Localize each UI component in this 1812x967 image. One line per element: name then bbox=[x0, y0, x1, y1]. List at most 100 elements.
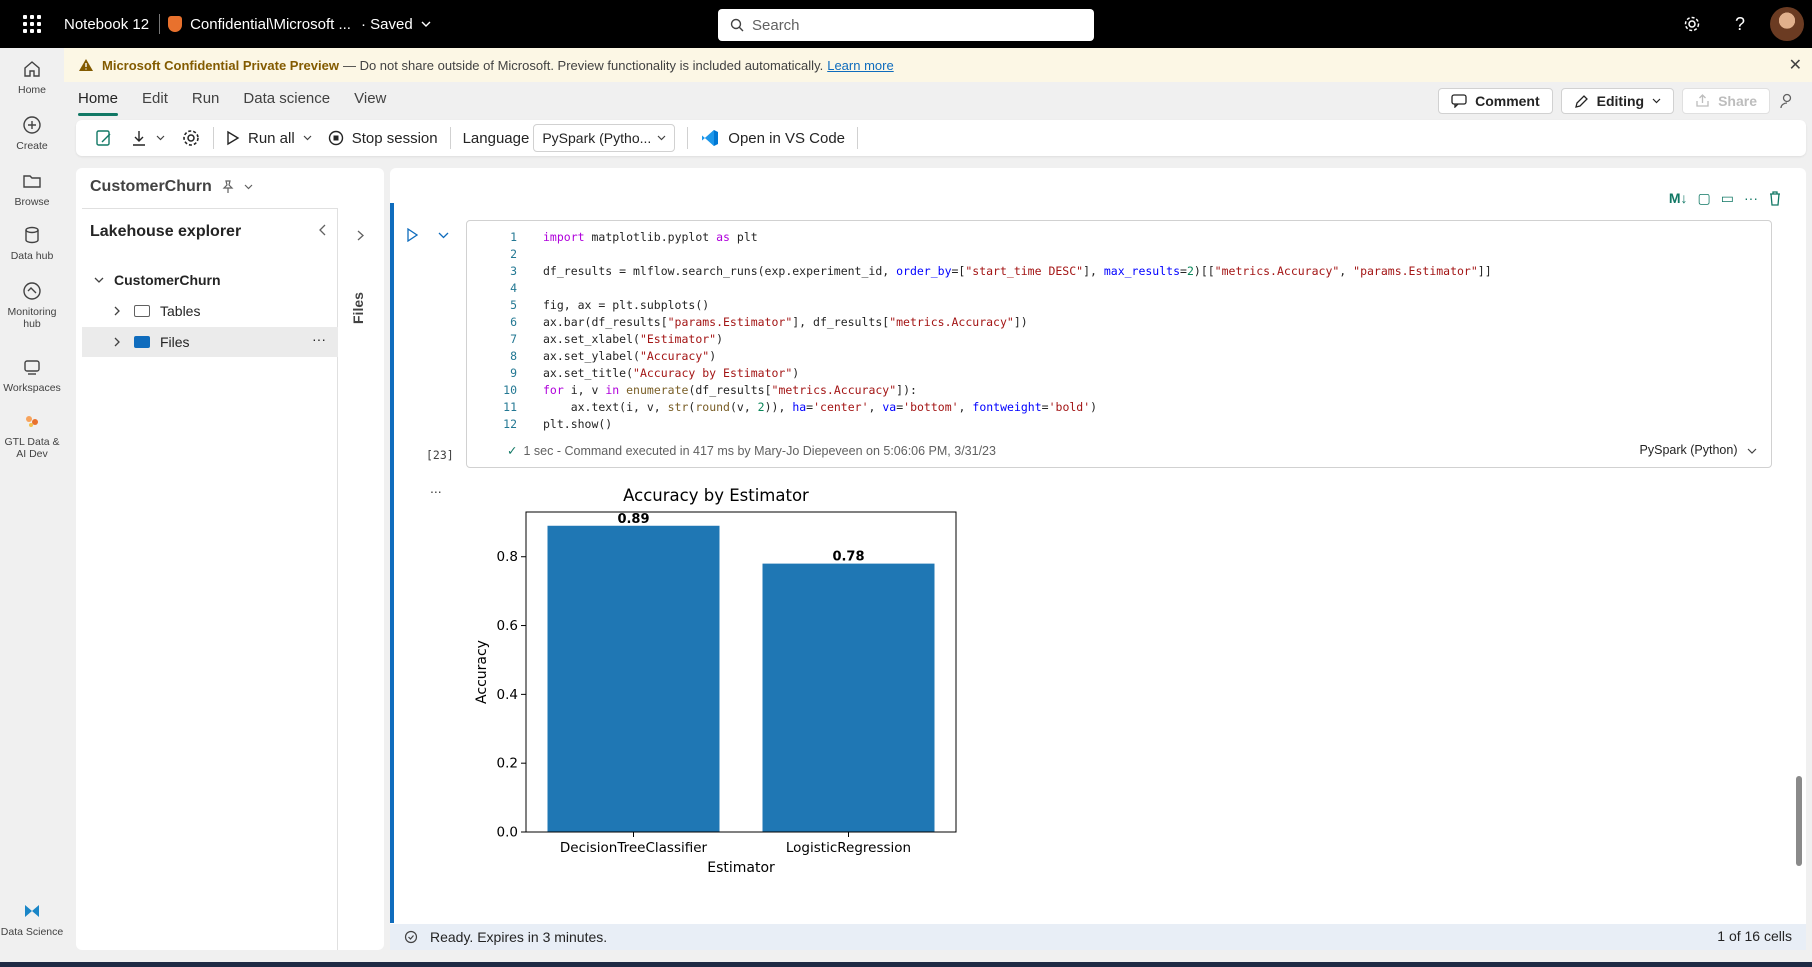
tab-data-science[interactable]: Data science bbox=[243, 82, 330, 118]
editing-label: Editing bbox=[1596, 93, 1645, 109]
notebook-canvas: M↓ ▢ ▭ ··· 1 import matplotlib.pyplot as … bbox=[390, 168, 1806, 950]
nav-data-hub[interactable]: Data hub bbox=[0, 224, 64, 262]
stop-session-button[interactable]: Stop session bbox=[320, 130, 446, 147]
play-icon bbox=[407, 227, 419, 243]
nav-label: Data Science bbox=[0, 926, 64, 938]
tree-root-label: CustomerChurn bbox=[114, 272, 221, 288]
output-menu[interactable]: ... bbox=[430, 480, 442, 496]
tab-home[interactable]: Home bbox=[78, 82, 119, 118]
settings-button[interactable] bbox=[173, 128, 209, 148]
ribbon-tabs: Home Edit Run Data science View Comment … bbox=[64, 82, 1812, 118]
nav-monitoring-hub[interactable]: Monitoring hub bbox=[0, 280, 64, 330]
chevron-down-icon bbox=[657, 135, 666, 141]
chevron-down-icon[interactable] bbox=[244, 184, 253, 190]
tree-item-tables[interactable]: Tables bbox=[82, 296, 338, 326]
nav-experience-switcher[interactable]: Data Science bbox=[0, 900, 64, 938]
preview-banner: Microsoft Confidential Private Preview —… bbox=[64, 48, 1812, 82]
comment-icon bbox=[1451, 94, 1467, 108]
nav-browse[interactable]: Browse bbox=[0, 170, 64, 208]
help-button[interactable]: ? bbox=[1716, 0, 1764, 48]
search-input[interactable]: Search bbox=[718, 9, 1094, 41]
close-icon[interactable]: ✕ bbox=[1789, 55, 1802, 75]
more-icon[interactable]: ··· bbox=[312, 331, 326, 347]
lakehouse-selector[interactable]: CustomerChurn bbox=[90, 178, 253, 196]
chevron-down-icon bbox=[438, 232, 449, 239]
comment-button[interactable]: Comment bbox=[1438, 88, 1553, 114]
run-cell-button[interactable] bbox=[406, 227, 419, 245]
session-status-icon bbox=[404, 930, 418, 944]
person-settings-icon[interactable] bbox=[1778, 91, 1798, 111]
comment-cell-icon[interactable]: ▭ bbox=[1721, 190, 1734, 207]
markdown-toggle-icon[interactable]: M↓ bbox=[1669, 190, 1688, 207]
divider bbox=[159, 14, 161, 34]
code-line: 10 for i, v in enumerate(df_results["metr… bbox=[503, 383, 917, 397]
learn-more-link[interactable]: Learn more bbox=[827, 58, 893, 73]
data-label: 0.78 bbox=[832, 550, 864, 565]
more-icon[interactable]: ··· bbox=[1744, 190, 1758, 207]
open-in-vscode-button[interactable]: Open in VS Code bbox=[692, 128, 853, 148]
nav-home[interactable]: Home bbox=[0, 58, 64, 96]
gear-icon bbox=[183, 130, 199, 146]
tab-run[interactable]: Run bbox=[192, 82, 220, 118]
chevron-right-icon[interactable] bbox=[357, 230, 364, 241]
avatar[interactable] bbox=[1770, 7, 1804, 41]
collapse-icon[interactable] bbox=[319, 223, 327, 239]
y-axis-label: Accuracy bbox=[474, 640, 490, 704]
share-label: Share bbox=[1718, 93, 1757, 109]
nav-workspace-current[interactable]: GTL Data & AI Dev bbox=[0, 410, 64, 460]
code-line: 12 plt.show() bbox=[503, 417, 613, 431]
chevron-down-icon bbox=[303, 135, 312, 141]
workspaces-icon bbox=[24, 360, 40, 375]
delete-icon[interactable] bbox=[1768, 190, 1782, 206]
nav-create[interactable]: Create bbox=[0, 114, 64, 152]
sensitivity-label[interactable]: Confidential\Microsoft ... bbox=[168, 16, 351, 33]
lakehouse-name: CustomerChurn bbox=[90, 178, 212, 195]
settings-button[interactable] bbox=[1668, 0, 1716, 48]
save-state-text: · Saved bbox=[360, 15, 413, 33]
notebook-name[interactable]: Notebook 12 bbox=[64, 16, 159, 33]
vscode-icon bbox=[702, 130, 719, 146]
home-toolbar: Run all Stop session Language PySpark (P… bbox=[76, 120, 1806, 156]
lock-cell-icon[interactable]: ▢ bbox=[1698, 190, 1711, 207]
y-tick-label: 0.8 bbox=[497, 549, 518, 565]
folder-icon bbox=[134, 305, 150, 317]
scroll-thumb[interactable] bbox=[1796, 776, 1802, 866]
save-state-dropdown[interactable]: · Saved bbox=[361, 16, 431, 33]
divider bbox=[857, 127, 859, 149]
share-button[interactable]: Share bbox=[1682, 88, 1770, 114]
nav-workspaces[interactable]: Workspaces bbox=[0, 356, 64, 394]
tab-view[interactable]: View bbox=[354, 82, 386, 118]
app-launcher-button[interactable] bbox=[0, 0, 64, 48]
lakehouse-panel: CustomerChurn Lakehouse explorer Custome… bbox=[76, 168, 384, 950]
code-line: 11 ax.text(i, v, str(round(v, 2)), ha='c… bbox=[503, 400, 1098, 414]
nav-label: Create bbox=[16, 140, 48, 152]
code-line: 9 ax.set_title("Accuracy by Estimator") bbox=[510, 366, 800, 380]
cell-language-select[interactable]: PySpark (Python) bbox=[1640, 443, 1757, 457]
vertical-scrollbar[interactable] bbox=[1796, 176, 1802, 946]
code-line: 3 df_results = mlflow.search_runs(exp.exp… bbox=[510, 264, 1492, 278]
banner-message: — Do not share outside of Microsoft. Pre… bbox=[342, 57, 824, 73]
cell-options-button[interactable] bbox=[438, 226, 449, 242]
language-select[interactable]: PySpark (Pytho... bbox=[533, 124, 676, 152]
check-icon: ✓ bbox=[507, 444, 518, 458]
code-line: 2 bbox=[510, 247, 517, 261]
run-all-button[interactable]: Run all bbox=[218, 130, 320, 147]
search-placeholder: Search bbox=[752, 16, 800, 34]
code-editor[interactable]: 1 import matplotlib.pyplot as plt 2 3 df_r… bbox=[466, 220, 1772, 468]
pin-icon[interactable] bbox=[222, 180, 234, 194]
files-side-tab[interactable]: Files bbox=[340, 208, 380, 950]
tab-edit[interactable]: Edit bbox=[142, 82, 168, 118]
chevron-right-icon bbox=[114, 306, 120, 316]
notebook-settings-button[interactable] bbox=[86, 128, 122, 148]
x-tick-label: DecisionTreeClassifier bbox=[560, 840, 708, 856]
editing-mode-button[interactable]: Editing bbox=[1560, 88, 1675, 114]
stop-icon bbox=[328, 130, 343, 146]
execution-status: ✓ 1 sec - Command executed in 417 ms by … bbox=[507, 443, 996, 459]
tree-item-files[interactable]: Files ··· bbox=[82, 327, 338, 357]
top-bar: Notebook 12 Confidential\Microsoft ... ·… bbox=[0, 0, 1812, 48]
code-line: 4 bbox=[510, 281, 517, 295]
download-button[interactable] bbox=[122, 129, 173, 147]
nav-label: GTL Data & AI Dev bbox=[4, 436, 60, 460]
tree-root[interactable]: CustomerChurn bbox=[82, 265, 338, 295]
warning-icon bbox=[79, 59, 93, 71]
